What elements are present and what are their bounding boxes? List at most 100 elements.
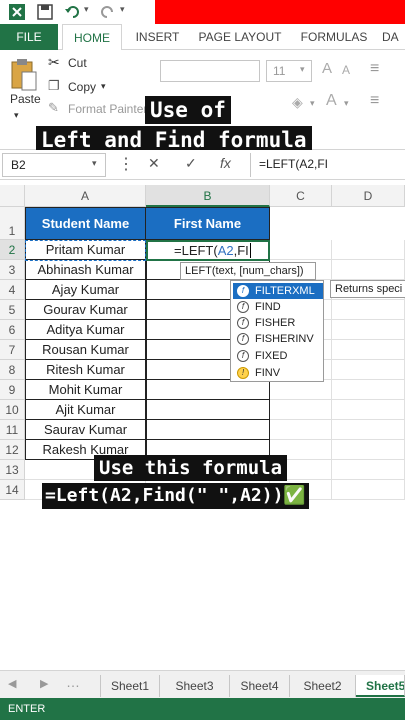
tab-data[interactable]: DA [382, 24, 405, 50]
active-cell-b2[interactable]: =LEFT(A2,FI [146, 240, 270, 261]
table-cell-first-name[interactable] [146, 420, 270, 440]
row-header[interactable]: 3 [0, 260, 25, 280]
table-cell-student-name[interactable]: Gourav Kumar [25, 300, 146, 320]
cut-button[interactable]: Cut [68, 56, 87, 70]
font-color-icon[interactable]: A [326, 92, 337, 110]
row-header[interactable]: 10 [0, 400, 25, 420]
fill-color-dropdown-icon[interactable]: ▾ [310, 98, 315, 109]
redo-dropdown-icon[interactable]: ▾ [120, 4, 125, 15]
tab-home[interactable]: HOME [62, 24, 122, 51]
first-name-header[interactable]: First Name [145, 207, 270, 240]
table-cell-student-name[interactable]: Saurav Kumar [25, 420, 146, 440]
font-color-dropdown-icon[interactable]: ▾ [344, 98, 349, 109]
redo-icon[interactable] [98, 3, 116, 21]
name-box-dropdown-icon[interactable]: ▾ [92, 158, 97, 169]
row-header[interactable]: 8 [0, 360, 25, 380]
row-header[interactable]: 4 [0, 280, 25, 300]
name-box[interactable]: B2 [2, 153, 106, 177]
paste-dropdown-icon[interactable]: ▾ [14, 110, 19, 121]
autocomplete-item[interactable]: f FILTERXML [233, 283, 323, 299]
row-header[interactable]: 6 [0, 320, 25, 340]
table-cell[interactable] [332, 440, 405, 460]
row-header[interactable]: 5 [0, 300, 25, 320]
sheet-tab-sheet3[interactable]: Sheet3 [160, 675, 230, 697]
font-size-box[interactable]: 11 [266, 60, 312, 82]
row-header[interactable]: 13 [0, 460, 25, 480]
tab-formulas[interactable]: FORMULAS [296, 24, 372, 50]
autocomplete-item[interactable]: f FISHER [233, 315, 323, 331]
row-header[interactable]: 14 [0, 480, 25, 500]
select-all-corner[interactable] [0, 185, 25, 207]
table-cell[interactable] [332, 420, 405, 440]
table-cell[interactable] [270, 400, 332, 420]
table-cell[interactable] [332, 340, 405, 360]
table-cell[interactable] [332, 360, 405, 380]
sheet-tab-sheet2[interactable]: Sheet2 [290, 675, 356, 697]
table-cell-first-name[interactable] [146, 380, 270, 400]
table-cell[interactable] [332, 380, 405, 400]
autocomplete-item[interactable]: f FIXED [233, 348, 323, 364]
autocomplete-item[interactable]: ! FINV [233, 365, 323, 381]
student-name-header[interactable]: Student Name [25, 207, 146, 240]
more-sheets-icon[interactable]: … [66, 674, 80, 690]
table-cell-student-name[interactable]: Rousan Kumar [25, 340, 146, 360]
tab-file[interactable]: FILE [0, 24, 58, 50]
table-cell-student-name[interactable]: Ajay Kumar [25, 280, 146, 300]
scroll-right-icon[interactable]: ▶ [40, 677, 48, 690]
sheet-tab-sheet4[interactable]: Sheet4 [230, 675, 290, 697]
table-cell-student-name[interactable]: Ajit Kumar [25, 400, 146, 420]
row-header[interactable]: 11 [0, 420, 25, 440]
enter-icon[interactable]: ✓ [185, 155, 197, 172]
cancel-icon[interactable]: ✕ [148, 155, 160, 172]
decrease-font-icon[interactable]: A [342, 63, 350, 77]
table-cell-student-name[interactable]: Ritesh Kumar [25, 360, 146, 380]
tab-page-layout[interactable]: PAGE LAYOUT [195, 24, 285, 50]
font-name-box[interactable] [160, 60, 260, 82]
sheet-tab-sheet1[interactable]: Sheet1 [100, 675, 160, 697]
increase-font-icon[interactable]: A [322, 60, 332, 77]
table-cell[interactable] [270, 240, 332, 260]
undo-icon[interactable] [64, 3, 82, 21]
table-cell-first-name[interactable] [146, 400, 270, 420]
paste-icon[interactable] [10, 58, 38, 92]
sheet-tab-sheet5[interactable]: Sheet5 [356, 675, 405, 697]
table-cell[interactable] [332, 400, 405, 420]
table-cell[interactable] [270, 420, 332, 440]
copy-icon[interactable]: ❐ [48, 78, 60, 94]
row-header[interactable]: 1 [0, 207, 25, 240]
formula-input[interactable]: =LEFT(A2,FI [250, 153, 405, 177]
scroll-left-icon[interactable]: ◀ [8, 677, 16, 690]
save-icon[interactable] [36, 3, 54, 21]
table-cell-student-name[interactable]: Mohit Kumar [25, 380, 146, 400]
function-autocomplete-list[interactable]: f FILTERXML f FIND f FISHER f FISHERINV f FIX… [230, 280, 324, 382]
row-header[interactable]: 12 [0, 440, 25, 460]
autocomplete-item[interactable]: f FIND [233, 299, 323, 315]
row-header[interactable]: 7 [0, 340, 25, 360]
table-cell[interactable] [332, 320, 405, 340]
insert-function-icon[interactable]: fx [220, 155, 231, 171]
align-left-icon[interactable]: ≡ [370, 92, 379, 110]
copy-button[interactable]: Copy [68, 80, 96, 94]
cut-icon[interactable]: ✂ [48, 54, 60, 71]
font-size-dropdown-icon[interactable]: ▾ [300, 64, 305, 75]
fill-color-icon[interactable]: ◈ [292, 94, 303, 111]
table-cell[interactable] [270, 380, 332, 400]
column-header-c[interactable]: C [270, 185, 332, 207]
format-painter-button[interactable]: Format Painter [68, 102, 147, 116]
column-header-b[interactable]: B [146, 185, 270, 207]
tab-insert[interactable]: INSERT [130, 24, 185, 50]
row-header[interactable]: 9 [0, 380, 25, 400]
undo-dropdown-icon[interactable]: ▾ [84, 4, 89, 15]
column-header-a[interactable]: A [25, 185, 146, 207]
table-cell[interactable] [332, 460, 405, 480]
table-cell-student-name[interactable]: Aditya Kumar [25, 320, 146, 340]
align-icon[interactable]: ≡ [370, 60, 379, 78]
table-cell[interactable] [332, 260, 405, 280]
format-painter-icon[interactable]: ✎ [48, 100, 59, 116]
copy-dropdown-icon[interactable]: ▾ [101, 81, 106, 92]
table-cell-student-name[interactable]: Abhinash Kumar [25, 260, 146, 280]
table-cell[interactable] [332, 240, 405, 260]
paste-label[interactable]: Paste [10, 92, 41, 106]
row-header[interactable]: 2 [0, 240, 25, 260]
table-cell[interactable] [332, 480, 405, 500]
